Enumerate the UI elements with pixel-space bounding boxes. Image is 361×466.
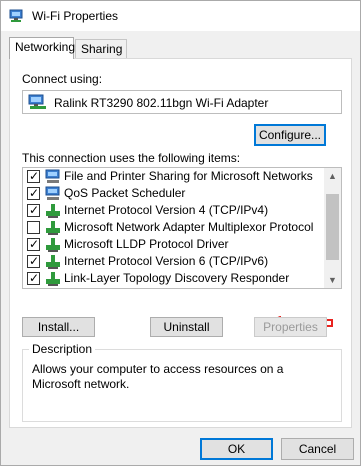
description-title: Description <box>29 342 96 356</box>
list-item[interactable]: ✓ Internet Protocol Version 4 (TCP/IPv4) <box>23 202 323 219</box>
item-checkbox[interactable]: ✓ <box>27 203 40 217</box>
network-adapter-icon <box>28 94 48 113</box>
uninstall-button[interactable]: Uninstall <box>150 317 223 337</box>
scroll-up-icon[interactable]: ▲ <box>324 168 341 184</box>
item-checkbox[interactable]: ✓ <box>27 271 40 285</box>
item-checkbox[interactable]: ✓ <box>27 237 40 251</box>
item-checkbox[interactable] <box>27 221 40 234</box>
item-label: Microsoft Network Adapter Multiplexor Pr… <box>64 220 314 234</box>
networking-panel: Connect using: Ralink RT3290 802.11bgn W… <box>9 58 352 428</box>
item-label: QoS Packet Scheduler <box>64 186 186 200</box>
items-list[interactable]: ✓ File and Printer Sharing for Microsoft… <box>22 167 342 289</box>
list-item[interactable]: ✓ QoS Packet Scheduler <box>23 185 323 202</box>
network-adapter-icon <box>9 8 25 27</box>
item-label: Link-Layer Topology Discovery Responder <box>64 271 290 285</box>
properties-button: Properties <box>254 317 327 337</box>
connect-using-label: Connect using: <box>22 72 103 86</box>
list-item[interactable]: ✓ File and Printer Sharing for Microsoft… <box>23 168 323 185</box>
tab-networking[interactable]: Networking <box>9 37 75 59</box>
adapter-name: Ralink RT3290 802.11bgn Wi-Fi Adapter <box>54 96 269 110</box>
tab-sharing[interactable]: Sharing <box>75 39 127 58</box>
list-item[interactable]: Microsoft Network Adapter Multiplexor Pr… <box>23 219 323 236</box>
item-checkbox[interactable]: ✓ <box>27 186 40 200</box>
list-item[interactable]: ✓ Internet Protocol Version 6 (TCP/IPv6) <box>23 253 323 270</box>
title-bar: Wi-Fi Properties <box>1 1 360 31</box>
install-button[interactable]: Install... <box>22 317 95 337</box>
adapter-field: Ralink RT3290 802.11bgn Wi-Fi Adapter <box>22 90 342 114</box>
cancel-button[interactable]: Cancel <box>281 438 354 460</box>
item-checkbox[interactable]: ✓ <box>27 254 40 268</box>
vertical-scrollbar[interactable]: ▲ ▼ <box>324 168 341 288</box>
scroll-down-icon[interactable]: ▼ <box>324 272 341 288</box>
list-item[interactable]: ✓ Microsoft LLDP Protocol Driver <box>23 236 323 253</box>
window-title: Wi-Fi Properties <box>32 9 119 23</box>
item-label: Internet Protocol Version 6 (TCP/IPv6) <box>64 254 269 268</box>
description-text: Allows your computer to access resources… <box>32 362 284 391</box>
list-item[interactable]: ✓ Link-Layer Topology Discovery Responde… <box>23 270 323 287</box>
items-label: This connection uses the following items… <box>22 151 241 165</box>
ok-button[interactable]: OK <box>200 438 273 460</box>
item-label: Microsoft LLDP Protocol Driver <box>64 237 229 251</box>
wifi-properties-dialog: Wi-Fi Properties Networking Sharing Conn… <box>0 0 361 466</box>
protocol-icon <box>45 271 61 288</box>
item-label: File and Printer Sharing for Microsoft N… <box>64 169 313 183</box>
description-group: Description Allows your computer to acce… <box>22 342 342 422</box>
item-checkbox[interactable]: ✓ <box>27 169 40 183</box>
scroll-thumb[interactable] <box>326 194 339 260</box>
item-label: Internet Protocol Version 4 (TCP/IPv4) <box>64 203 269 217</box>
configure-button[interactable]: Configure... <box>254 124 326 146</box>
